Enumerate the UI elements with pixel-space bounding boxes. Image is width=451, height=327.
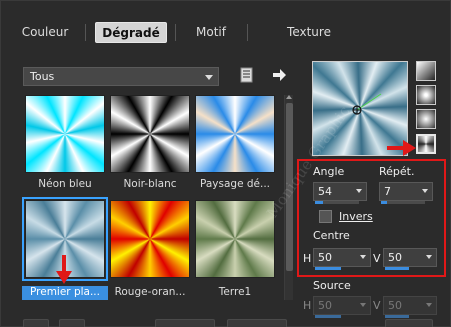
repeat-value: 7: [384, 185, 391, 198]
bottom-button[interactable]: [23, 319, 49, 327]
repeat-slider-track[interactable]: [381, 201, 425, 204]
gradient-swatch-noir-blanc[interactable]: [110, 95, 190, 173]
tab-bar: Couleur Dégradé Motif Texture: [13, 22, 443, 44]
chevron-down-icon[interactable]: [422, 189, 428, 193]
tab-motif[interactable]: Motif: [183, 22, 239, 43]
gradient-type-rectangular-button[interactable]: [416, 85, 436, 105]
tab-degrade[interactable]: Dégradé: [95, 22, 167, 43]
center-h-field[interactable]: 50: [313, 248, 371, 270]
invert-label: Invers: [339, 210, 373, 223]
source-v-value: 50: [388, 299, 402, 312]
gradient-label: Premier pla...: [22, 286, 108, 300]
source-h-label: H: [303, 299, 312, 312]
red-arrow-down-icon: [56, 255, 72, 284]
chevron-down-icon: [360, 303, 366, 307]
tab-divider: [175, 24, 176, 41]
center-v-slider-fill[interactable]: [385, 267, 409, 270]
arrow-right-icon[interactable]: [271, 67, 287, 83]
list-icon[interactable]: [239, 67, 255, 83]
bottom-button[interactable]: [59, 319, 85, 327]
tab-couleur[interactable]: Couleur: [13, 22, 77, 43]
gradient-label: Rouge-oran...: [114, 286, 186, 298]
bottom-button[interactable]: [385, 319, 433, 327]
tab-texture[interactable]: Texture: [277, 22, 341, 43]
angle-label: Angle: [313, 165, 345, 178]
tab-divider: [247, 24, 248, 41]
chevron-down-icon[interactable]: [360, 255, 366, 259]
center-v-value: 50: [388, 251, 402, 264]
center-h-slider-fill[interactable]: [315, 267, 341, 270]
gradient-label: Néon bleu: [38, 178, 92, 190]
chevron-down-icon: [426, 303, 432, 307]
gradient-type-sunburst-button[interactable]: [416, 134, 436, 154]
source-v-slider-fill: [385, 315, 409, 318]
source-v-field[interactable]: 50: [383, 296, 437, 318]
gradient-label: Paysage dé...: [199, 178, 270, 190]
gradient-type-radial-button[interactable]: [416, 109, 436, 129]
repeat-field[interactable]: 7: [379, 182, 433, 204]
source-label: Source: [313, 279, 351, 292]
scroll-up-icon[interactable]: [286, 95, 292, 99]
source-h-field[interactable]: 50: [313, 296, 371, 318]
center-v-field[interactable]: 50: [383, 248, 437, 270]
center-h-value: 50: [318, 251, 332, 264]
category-dropdown[interactable]: Tous: [23, 67, 219, 86]
red-arrow-right-icon: [387, 140, 416, 156]
bottom-button[interactable]: [155, 319, 215, 327]
center-v-label: V: [373, 252, 381, 265]
category-dropdown-value: Tous: [30, 70, 55, 83]
repeat-label: Répét.: [379, 165, 415, 178]
source-h-value: 50: [318, 299, 332, 312]
gradient-swatch-neon-bleu[interactable]: [25, 95, 105, 173]
tab-divider: [85, 24, 86, 41]
center-label: Centre: [313, 229, 350, 242]
angle-slider-fill: [315, 201, 323, 204]
bottom-button[interactable]: [227, 319, 287, 327]
gradient-label: Terre1: [218, 286, 252, 298]
source-v-label: V: [373, 299, 381, 312]
angle-value: 54: [318, 185, 332, 198]
gradient-swatch-paysage-desert[interactable]: [195, 95, 275, 173]
angle-field[interactable]: 54: [313, 182, 367, 204]
gradient-swatch-rouge-orange[interactable]: [110, 200, 190, 278]
chevron-down-icon[interactable]: [426, 255, 432, 259]
gradient-label: Noir-blanc: [123, 178, 177, 190]
gradient-picker-panel: Couleur Dégradé Motif Texture Tous Néon …: [0, 0, 451, 327]
gradient-type-linear-button[interactable]: [416, 61, 436, 81]
repeat-slider-fill: [381, 201, 387, 204]
chevron-down-icon: [205, 75, 213, 80]
source-h-slider-fill: [315, 315, 341, 318]
center-h-label: H: [303, 252, 312, 265]
chevron-down-icon[interactable]: [356, 189, 362, 193]
invert-checkbox[interactable]: [319, 210, 332, 223]
